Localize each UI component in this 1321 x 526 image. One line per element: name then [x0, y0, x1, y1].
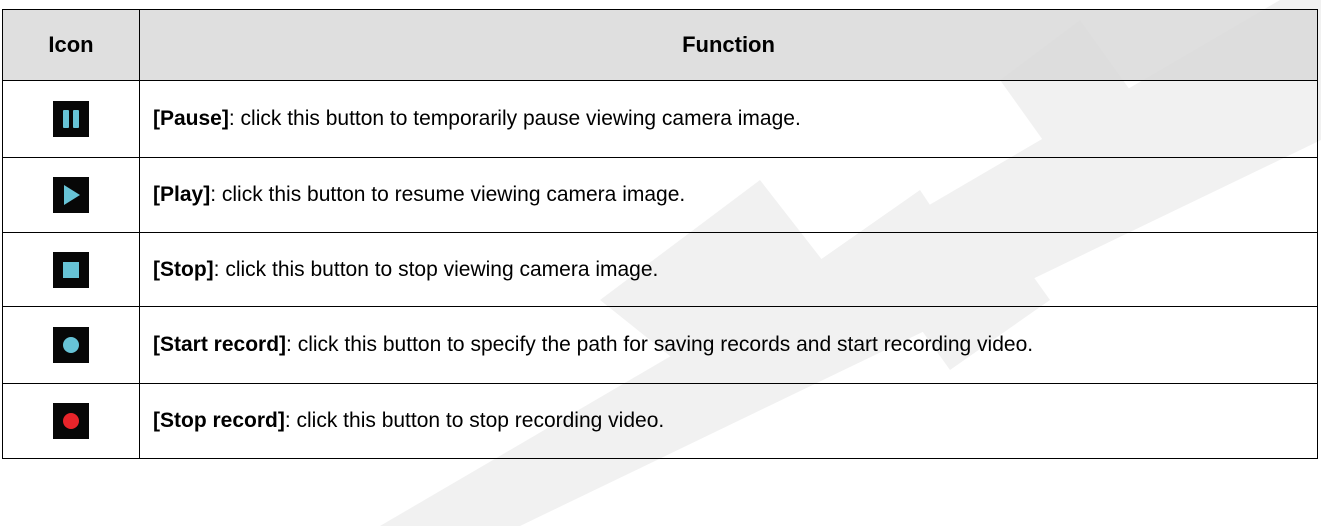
function-cell: [Stop record]: click this button to stop…	[139, 383, 1318, 459]
icon-function-table: Icon Function [Pause]: click this button…	[2, 9, 1318, 459]
stop-icon	[53, 251, 89, 288]
play-icon	[53, 177, 89, 213]
function-term: [Pause]	[153, 107, 229, 130]
icon-cell	[2, 383, 140, 459]
table-row: [Stop]: click this button to stop viewin…	[2, 232, 1318, 307]
function-description: : click this button to stop viewing came…	[213, 257, 659, 281]
table-row: [Pause]: click this button to temporaril…	[2, 80, 1318, 158]
function-cell: [Pause]: click this button to temporaril…	[139, 80, 1318, 158]
icon-cell	[2, 157, 140, 233]
table-row: [Play]: click this button to resume view…	[2, 157, 1318, 233]
table-row: [Stop record]: click this button to stop…	[2, 383, 1318, 459]
header-icon: Icon	[2, 9, 140, 81]
function-description: : click this button to stop recording vi…	[284, 409, 665, 432]
function-description: : click this button to resume viewing ca…	[210, 183, 686, 206]
table-row: [Start record]: click this button to spe…	[2, 306, 1318, 384]
function-term: [Stop record]	[153, 409, 285, 432]
function-term: [Start record]	[153, 333, 287, 356]
table-header-row: Icon Function	[2, 9, 1318, 81]
icon-cell	[2, 232, 140, 307]
icon-cell	[2, 306, 140, 384]
function-cell: [Start record]: click this button to spe…	[139, 306, 1318, 384]
pause-icon	[53, 101, 89, 137]
function-description: : click this button to specify the path …	[286, 333, 1034, 356]
start-record-icon	[53, 327, 89, 363]
function-term: [Stop]	[153, 257, 214, 281]
function-term: [Play]	[153, 183, 211, 206]
function-cell: [Stop]: click this button to stop viewin…	[139, 232, 1318, 307]
function-cell: [Play]: click this button to resume view…	[139, 157, 1318, 233]
stop-record-icon	[53, 403, 89, 439]
header-function: Function	[139, 9, 1318, 81]
function-description: : click this button to temporarily pause…	[228, 107, 801, 130]
icon-cell	[2, 80, 140, 158]
